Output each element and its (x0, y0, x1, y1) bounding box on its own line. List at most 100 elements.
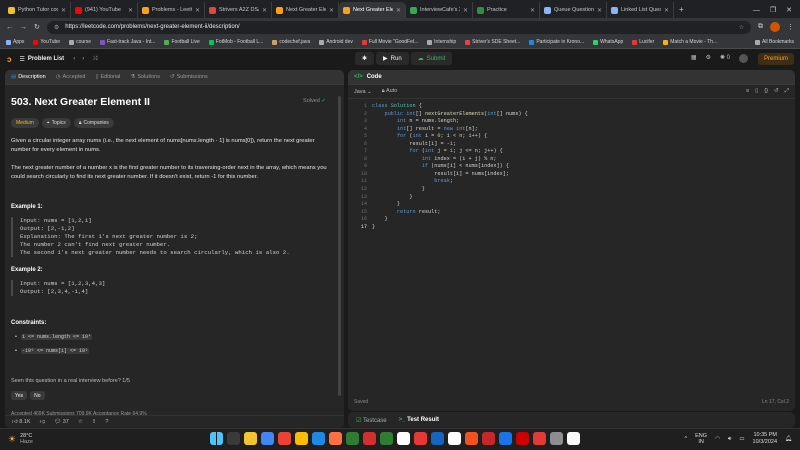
layout-icon[interactable]: ▦ (691, 54, 697, 63)
browser-tab[interactable]: Next Greater Elem✕ (339, 2, 406, 18)
code-line[interactable]: int n = nums.length; (372, 118, 795, 126)
notification-icon[interactable]: 🔔︎ (785, 436, 792, 442)
help-icon[interactable]: ? (105, 419, 108, 425)
shuffle-icon[interactable]: ⤨ (92, 56, 97, 63)
close-tab-icon[interactable]: ✕ (396, 7, 401, 14)
taskbar-app-icon[interactable] (312, 432, 325, 445)
browser-tab[interactable]: Problems - LeetCo✕ (138, 2, 205, 18)
code-line[interactable]: result[i] = -1; (372, 141, 795, 149)
bookmark-star-icon[interactable]: ☆ (739, 24, 744, 31)
share-icon[interactable]: ⇪ (92, 419, 97, 425)
start-menu-icon[interactable] (210, 432, 223, 445)
close-tab-icon[interactable]: ✕ (61, 7, 66, 14)
tab-accepted[interactable]: ◷ Accepted (56, 74, 86, 80)
taskbar-app-icon[interactable] (516, 432, 529, 445)
bookmark-item[interactable]: Striver's SDE Sheet... (465, 39, 520, 45)
tab-test-result[interactable]: >_ Test Result (399, 417, 439, 423)
weather-widget[interactable]: ☀ 28°C Haze (8, 433, 33, 445)
close-tab-icon[interactable]: ✕ (262, 7, 267, 14)
run-button[interactable]: ▶ Run (376, 52, 409, 65)
code-line[interactable]: } (372, 224, 795, 232)
volume-icon[interactable]: 🔊︎ (728, 436, 731, 443)
taskbar-app-icon[interactable] (448, 432, 461, 445)
close-tab-icon[interactable]: ✕ (195, 7, 200, 14)
tab-solutions[interactable]: ⚗ Solutions (130, 74, 160, 80)
extensions-icon[interactable]: ⧉ (758, 23, 763, 31)
debug-button[interactable]: ✱ (355, 52, 375, 65)
browser-tab[interactable]: (941) YouTube ✕ (71, 2, 138, 18)
like-button[interactable]: 👍︎ 8.1K (12, 419, 31, 425)
bookmark-item[interactable]: course (69, 39, 91, 45)
back-icon[interactable]: ← (6, 24, 13, 31)
format-icon[interactable]: ≡ (746, 88, 749, 95)
settings-icon[interactable]: ⚙ (706, 54, 711, 63)
code-lines[interactable]: class Solution { public int[] nextGreate… (367, 100, 795, 390)
user-avatar[interactable] (739, 54, 748, 63)
taskbar-app-icon[interactable] (261, 432, 274, 445)
streak-icon[interactable]: ✺ 0 (720, 54, 730, 63)
taskbar-app-icon[interactable] (533, 432, 546, 445)
browser-tab[interactable]: InterviewCafe's 25✕ (406, 2, 473, 18)
topics-chip[interactable]: ⌖ Topics (41, 118, 71, 128)
minimize-icon[interactable]: — (753, 7, 760, 14)
close-tab-icon[interactable]: ✕ (597, 7, 602, 14)
problem-list-button[interactable]: ↄ ☰ Problem List ‹ › ⤨ (7, 55, 97, 64)
taskbar-app-icon[interactable] (295, 432, 308, 445)
close-tab-icon[interactable]: ✕ (664, 7, 669, 14)
browser-tab[interactable]: Next Greater Elem✕ (272, 2, 339, 18)
close-tab-icon[interactable]: ✕ (463, 7, 468, 14)
close-icon[interactable]: ✕ (786, 6, 792, 14)
fullscreen-icon[interactable]: ⤢ (785, 88, 789, 95)
code-line[interactable]: } (372, 201, 795, 209)
star-icon[interactable]: ☆ (78, 419, 83, 425)
taskbar-app-icon[interactable] (397, 432, 410, 445)
bookmark-item[interactable]: Apps (6, 39, 24, 45)
taskbar-app-icon[interactable] (499, 432, 512, 445)
description-scrollbar[interactable] (338, 96, 341, 396)
profile-avatar[interactable] (770, 22, 780, 32)
taskbar-app-icon[interactable] (278, 432, 291, 445)
submit-button[interactable]: ☁ Submit (410, 52, 453, 65)
bookmark-item[interactable]: Football Live (164, 39, 200, 45)
taskbar-app-icon[interactable] (329, 432, 342, 445)
taskbar-app-icon[interactable] (380, 432, 393, 445)
bookmark-item[interactable]: Fast-track Java - Int... (100, 39, 155, 45)
yes-button[interactable]: Yes (11, 391, 28, 400)
code-line[interactable]: class Solution { (372, 103, 795, 111)
comment-button[interactable]: 💬︎ 37 (54, 419, 69, 425)
tab-description[interactable]: ▤ Description (11, 74, 46, 80)
code-line[interactable]: for (int i = 0; i < n; i++) { (372, 133, 795, 141)
forward-icon[interactable]: → (20, 24, 27, 31)
tab-testcase[interactable]: ☑ Testcase (356, 417, 387, 424)
chevron-right-icon[interactable]: › (82, 56, 84, 62)
bookmark-item[interactable]: Full Movie "GoodFel... (361, 39, 418, 45)
browser-tab[interactable]: Strivers A2Z DSA ✕ (205, 2, 272, 18)
braces-icon[interactable]: {} (764, 88, 768, 95)
close-tab-icon[interactable]: ✕ (530, 7, 535, 14)
code-line[interactable]: } (372, 216, 795, 224)
tab-editorial[interactable]: ▯ Editorial (95, 74, 120, 80)
reset-icon[interactable]: ↺ (774, 88, 779, 95)
browser-tab[interactable]: Linked List Questi ✕ (607, 2, 674, 18)
code-line[interactable]: break; (372, 178, 795, 186)
language-select[interactable]: Java ⌄ (354, 89, 372, 95)
wifi-icon[interactable]: ◠ (715, 436, 720, 442)
bookmark-item[interactable]: Lucifer (632, 39, 654, 45)
bookmark-item[interactable]: Match a Movie - Th... (663, 39, 717, 45)
no-button[interactable]: No (30, 391, 45, 400)
taskbar-app-icon[interactable] (431, 432, 444, 445)
taskbar-app-icon[interactable] (567, 432, 580, 445)
all-bookmarks[interactable]: All Bookmarks (755, 39, 794, 45)
url-field[interactable]: ⚙ https://leetcode.com/problems/next-gre… (46, 20, 751, 34)
dislike-icon[interactable]: 👎︎ (40, 419, 46, 425)
battery-icon[interactable]: ▭ (739, 436, 744, 442)
menu-icon[interactable]: ⋮ (787, 23, 794, 31)
premium-button[interactable]: Premium (757, 53, 794, 65)
companies-chip[interactable]: 🔒︎ Companies (73, 118, 114, 128)
site-info-icon[interactable]: ⚙ (54, 24, 59, 31)
clock[interactable]: 10:35 PM 10/3/2024 (753, 432, 777, 446)
chevron-left-icon[interactable]: ‹ (73, 56, 75, 62)
reload-icon[interactable]: ↻ (34, 23, 40, 31)
taskbar-app-icon[interactable] (244, 432, 257, 445)
code-line[interactable]: } (372, 186, 795, 194)
